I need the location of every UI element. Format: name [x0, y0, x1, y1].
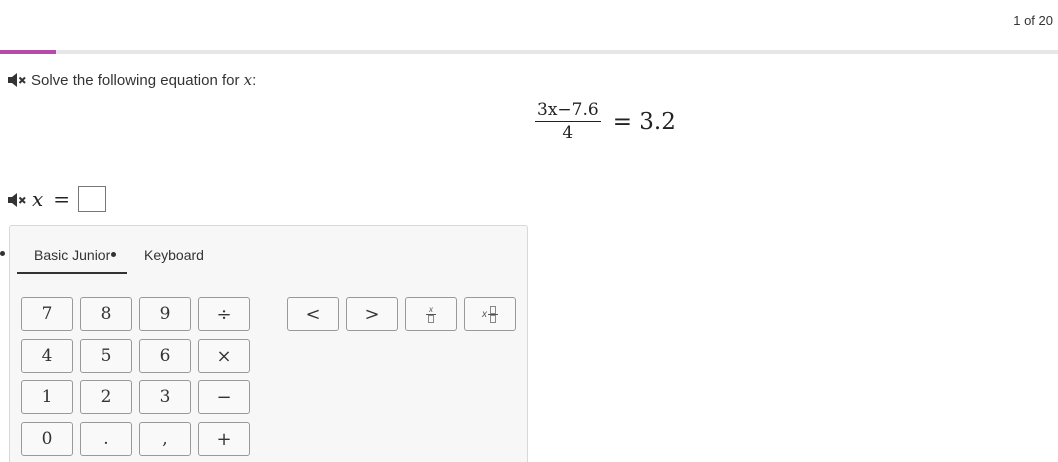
placeholder-box	[490, 314, 496, 323]
mixed-fraction-x: x	[482, 308, 487, 320]
tab-dot	[111, 252, 117, 257]
progress-bar	[0, 50, 1058, 54]
placeholder-box	[428, 315, 434, 323]
key-fraction[interactable]: x	[405, 297, 457, 331]
tab-basic-junior[interactable]: Basic Junior	[34, 247, 117, 263]
key-2[interactable]: 2	[80, 380, 132, 414]
equation-numerator: 3x−7.6	[537, 100, 599, 120]
key-5[interactable]: 5	[80, 339, 132, 373]
placeholder-box	[490, 305, 496, 314]
key-divide[interactable]: ÷	[198, 297, 250, 331]
key-multiply[interactable]: ×	[198, 339, 250, 373]
equation-denominator: 4	[562, 123, 574, 143]
prompt-colon: :	[252, 72, 257, 89]
answer-row: x =	[32, 186, 107, 212]
key-7[interactable]: 7	[21, 297, 73, 331]
fraction-template-icon: x	[426, 305, 436, 323]
answer-input[interactable]	[78, 186, 107, 212]
key-greater-than[interactable]: >	[346, 297, 398, 331]
key-3[interactable]: 3	[139, 380, 191, 414]
tab-basic-junior-label: Basic Junior	[34, 247, 111, 263]
tab-keyboard[interactable]: Keyboard	[144, 247, 204, 263]
key-plus[interactable]: +	[198, 422, 250, 456]
math-keypad: Basic Junior Keyboard 7 8 9 ÷ < > x x 4 …	[9, 225, 528, 462]
key-8[interactable]: 8	[80, 297, 132, 331]
key-9[interactable]: 9	[139, 297, 191, 331]
key-4[interactable]: 4	[21, 339, 73, 373]
equation: 3x−7.6 4 = 3.2	[535, 100, 676, 143]
prompt-text: Solve the following equation for	[31, 72, 240, 89]
key-decimal-point[interactable]: .	[80, 422, 132, 456]
question-counter: 1 of 20	[1013, 13, 1053, 28]
progress-bar-fill	[0, 50, 57, 54]
mixed-fraction-icon: x	[482, 305, 498, 323]
answer-equals: =	[53, 187, 71, 211]
question-prompt: Solve the following equation for x:	[31, 71, 256, 89]
key-minus[interactable]: −	[198, 380, 250, 414]
key-comma[interactable]: ,	[139, 422, 191, 456]
key-1[interactable]: 1	[21, 380, 73, 414]
speaker-muted-icon[interactable]	[7, 72, 27, 88]
fraction-template-x: x	[429, 305, 433, 314]
key-mixed-fraction[interactable]: x	[464, 297, 516, 331]
mixed-fraction-part	[488, 305, 498, 323]
equation-rhs: = 3.2	[612, 108, 676, 135]
answer-variable: x	[32, 187, 44, 211]
equation-fraction: 3x−7.6 4	[535, 100, 601, 143]
key-6[interactable]: 6	[139, 339, 191, 373]
bullet-dot	[0, 251, 5, 256]
tab-active-underline	[17, 272, 127, 274]
key-less-than[interactable]: <	[287, 297, 339, 331]
prompt-variable: x	[243, 71, 253, 89]
key-0[interactable]: 0	[21, 422, 73, 456]
speaker-muted-icon[interactable]	[7, 192, 27, 208]
